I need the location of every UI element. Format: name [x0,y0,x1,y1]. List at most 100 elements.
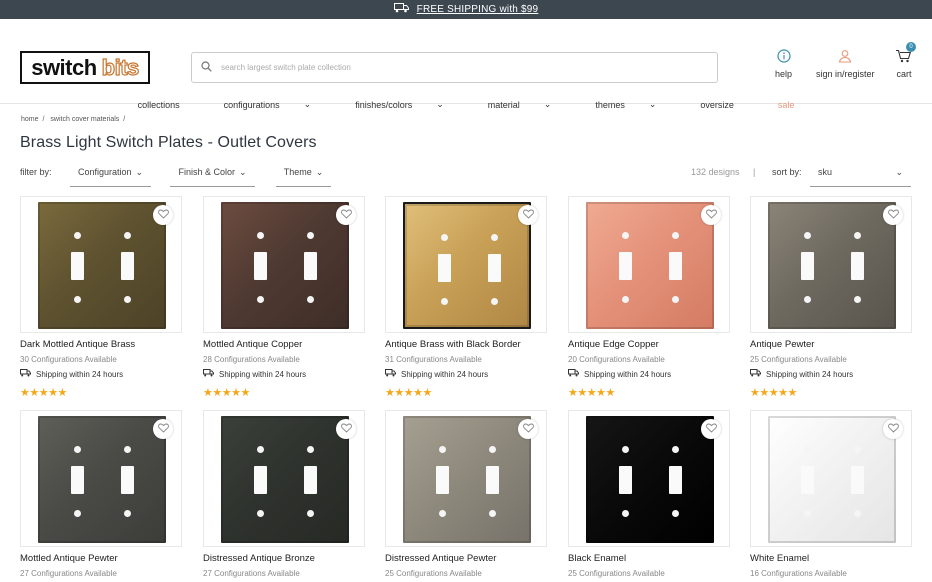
product-card[interactable]: Antique Pewter 25 Configurations Availab… [750,196,912,399]
product-image[interactable] [203,196,365,333]
nav-oversize[interactable]: oversize [689,99,745,110]
product-card[interactable]: Antique Edge Copper 20 Configurations Av… [568,196,730,399]
heart-icon [340,420,352,438]
cart-button[interactable]: 0 cart [895,42,916,79]
product-name[interactable]: Distressed Antique Bronze [203,553,365,564]
product-card[interactable]: Mottled Antique Pewter 27 Configurations… [20,410,182,578]
breadcrumb: home / switch cover materials / [21,116,126,123]
product-card[interactable]: Dark Mottled Antique Brass 30 Configurat… [20,196,182,399]
product-name[interactable]: Antique Brass with Black Border [385,339,547,350]
nav-sale[interactable]: sale [767,99,806,110]
product-image[interactable] [568,196,730,333]
filter-finish-color[interactable]: Finish & Color ⌄ [170,167,255,187]
user-icon [838,49,852,69]
rating-stars: ★★★★★ [385,387,432,399]
search-bar[interactable] [191,52,718,83]
product-name[interactable]: Mottled Antique Copper [203,339,365,350]
wishlist-button[interactable] [883,419,903,439]
product-card[interactable]: Antique Brass with Black Border 31 Confi… [385,196,547,399]
shipping-text: Shipping within 24 hours [766,369,854,379]
chevron-down-icon: ⌄ [436,99,444,109]
wishlist-button[interactable] [701,205,721,225]
cart-icon: 0 [895,42,916,69]
product-image[interactable] [750,196,912,333]
heart-icon [340,206,352,224]
product-image[interactable] [568,410,730,547]
product-card[interactable]: Distressed Antique Pewter 25 Configurati… [385,410,547,578]
wishlist-button[interactable] [336,419,356,439]
shipping-info: Shipping within 24 hours [750,369,912,379]
account-button[interactable]: sign in/register [816,49,875,79]
wishlist-button[interactable] [153,419,173,439]
sort-dropdown[interactable]: sku ⌄ [810,167,911,187]
product-image[interactable] [385,410,547,547]
filter-configuration[interactable]: Configuration ⌄ [70,167,151,187]
switch-plate-image [221,202,349,329]
product-name[interactable]: Antique Edge Copper [568,339,730,350]
product-configurations: 30 Configurations Available [20,355,117,364]
filter-theme[interactable]: Theme ⌄ [276,167,331,187]
nav-finishes-colors[interactable]: finishes/colors ⌄ [344,99,455,110]
breadcrumb-materials[interactable]: switch cover materials [50,116,119,123]
product-image[interactable] [20,410,182,547]
product-image[interactable] [203,410,365,547]
heart-icon [522,420,534,438]
site-logo[interactable]: switch bits [20,51,150,84]
breadcrumb-home[interactable]: home [21,116,39,123]
wishlist-button[interactable] [518,205,538,225]
chevron-down-icon: ⌄ [648,99,657,109]
cart-count-badge: 0 [906,42,916,52]
page-title: Brass Light Switch Plates - Outlet Cover… [20,134,317,151]
product-name[interactable]: Distressed Antique Pewter [385,553,547,564]
switch-plate-image [221,416,349,543]
wishlist-button[interactable] [336,205,356,225]
help-button[interactable]: help [775,49,792,79]
shipping-text: Shipping within 24 hours [584,369,672,379]
nav-themes[interactable]: themes ⌄ [584,99,667,110]
product-card[interactable]: Mottled Antique Copper 28 Configurations… [203,196,365,399]
switch-plate-image [403,416,531,543]
product-card[interactable]: Black Enamel 25 Configurations Available [568,410,730,578]
product-configurations: 31 Configurations Available [385,355,482,364]
free-shipping-link[interactable]: FREE SHIPPING with $99 [417,4,539,15]
truck-icon [20,369,31,379]
promo-bar: FREE SHIPPING with $99 [0,0,932,19]
switch-plate-image [586,202,714,329]
product-card[interactable]: Distressed Antique Bronze 27 Configurati… [203,410,365,578]
product-name[interactable]: Black Enamel [568,553,730,564]
chevron-down-icon: ⌄ [543,99,552,109]
wishlist-button[interactable] [701,419,721,439]
switch-plate-image [768,416,896,543]
wishlist-button[interactable] [153,205,173,225]
product-name[interactable]: White Enamel [750,553,912,564]
shipping-text: Shipping within 24 hours [401,369,489,379]
switch-plate-image [768,202,896,329]
product-name[interactable]: Antique Pewter [750,339,912,350]
switch-plate-image [403,202,531,329]
heart-icon [157,420,169,438]
nav-material[interactable]: material ⌄ [477,99,563,110]
wishlist-button[interactable] [883,205,903,225]
heart-icon [887,206,899,224]
truck-icon [750,369,761,379]
chevron-down-icon: ⌄ [238,167,247,177]
product-configurations: 25 Configurations Available [568,569,665,578]
search-input[interactable] [221,63,701,72]
product-image[interactable] [20,196,182,333]
nav-configurations[interactable]: configurations ⌄ [213,99,323,110]
shipping-info: Shipping within 24 hours [203,369,365,379]
nav-collections[interactable]: collections [127,99,191,110]
product-configurations: 27 Configurations Available [203,569,300,578]
product-configurations: 16 Configurations Available [750,569,847,578]
chevron-down-icon: ⌄ [895,167,903,177]
product-card[interactable]: White Enamel 16 Configurations Available [750,410,912,578]
wishlist-button[interactable] [518,419,538,439]
product-name[interactable]: Mottled Antique Pewter [20,553,182,564]
product-name[interactable]: Dark Mottled Antique Brass [20,339,182,350]
filter-label: filter by: [20,167,52,177]
shipping-info: Shipping within 24 hours [385,369,547,379]
rating-stars: ★★★★★ [20,387,67,399]
product-image[interactable] [385,196,547,333]
product-image[interactable] [750,410,912,547]
chevron-down-icon: ⌄ [303,99,312,109]
